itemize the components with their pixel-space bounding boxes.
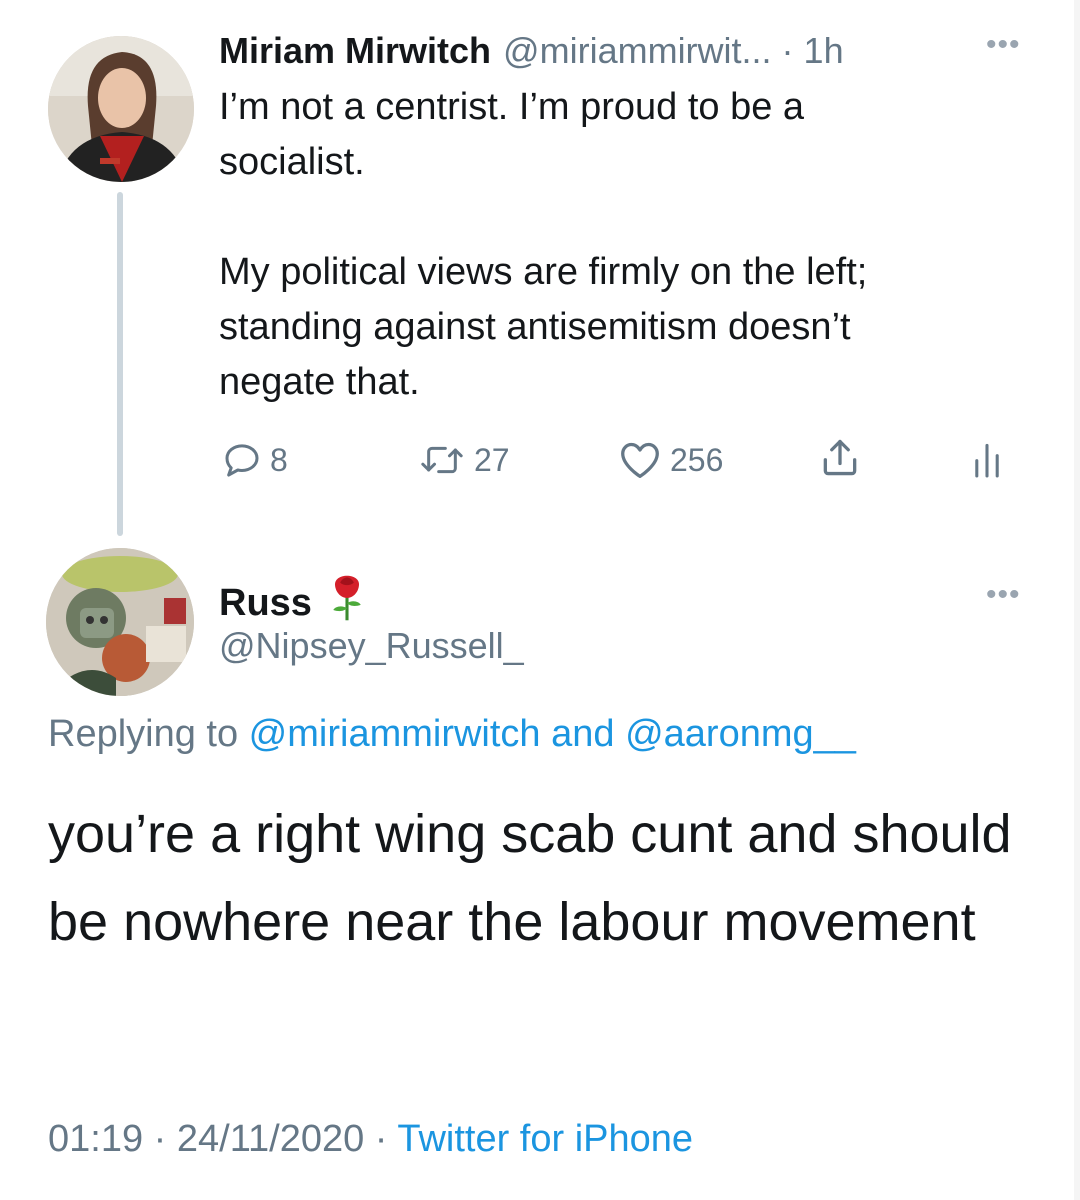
author-name[interactable]: Miriam Mirwitch: [219, 30, 491, 72]
tweet1-actions: 8 27 256: [0, 428, 1080, 492]
rose-emoji: [326, 574, 368, 632]
avatar-miriam[interactable]: [48, 36, 194, 182]
reply-button[interactable]: 8: [222, 440, 288, 480]
reply-icon: [222, 440, 262, 480]
mention-link-2[interactable]: @aaronmg__: [625, 713, 856, 755]
author-handle[interactable]: @Nipsey_Russell_: [219, 625, 524, 667]
replying-to: Replying to @miriammirwitch and @aaronmg…: [48, 713, 856, 756]
share-icon: [818, 436, 862, 480]
tweet-footer: 01:19 · 24/11/2020 · Twitter for iPhone: [48, 1118, 693, 1161]
retweet-count: 27: [474, 441, 510, 478]
author-handle-time[interactable]: @miriammirwit... · 1h: [503, 30, 844, 72]
mention-link-1[interactable]: @miriammirwitch: [249, 713, 541, 755]
reply-count: 8: [270, 441, 288, 478]
retweet-button[interactable]: 27: [418, 440, 510, 480]
separator: ·: [364, 1118, 398, 1160]
retweet-icon: [418, 440, 466, 480]
tweet-time[interactable]: 01:19: [48, 1118, 143, 1160]
analytics-icon: [970, 438, 1004, 480]
more-icon[interactable]: •••: [986, 580, 1021, 610]
tweet-date[interactable]: 24/11/2020: [177, 1118, 364, 1160]
like-button[interactable]: 256: [618, 440, 723, 480]
author-name-text: Russ: [219, 581, 312, 624]
tweet-source-link[interactable]: Twitter for iPhone: [397, 1118, 693, 1160]
tweet2-text: you’re a right wing scab cunt and should…: [48, 804, 1012, 952]
mention-and: and: [540, 713, 626, 755]
analytics-button[interactable]: [970, 438, 1004, 480]
separator: ·: [143, 1118, 177, 1160]
scroll-edge: [1074, 0, 1080, 1200]
more-icon[interactable]: •••: [986, 30, 1021, 60]
tweet1-header: Miriam Mirwitch @miriammirwit... · 1h: [219, 26, 844, 76]
like-count: 256: [670, 441, 724, 478]
avatar-russ[interactable]: [46, 548, 194, 696]
share-button[interactable]: [818, 436, 862, 480]
replying-prefix: Replying to: [48, 713, 249, 755]
author-name[interactable]: Russ: [219, 574, 368, 632]
tweet1-text: I’m not a centrist. I’m proud to be a so…: [219, 86, 868, 403]
like-icon: [618, 440, 662, 480]
